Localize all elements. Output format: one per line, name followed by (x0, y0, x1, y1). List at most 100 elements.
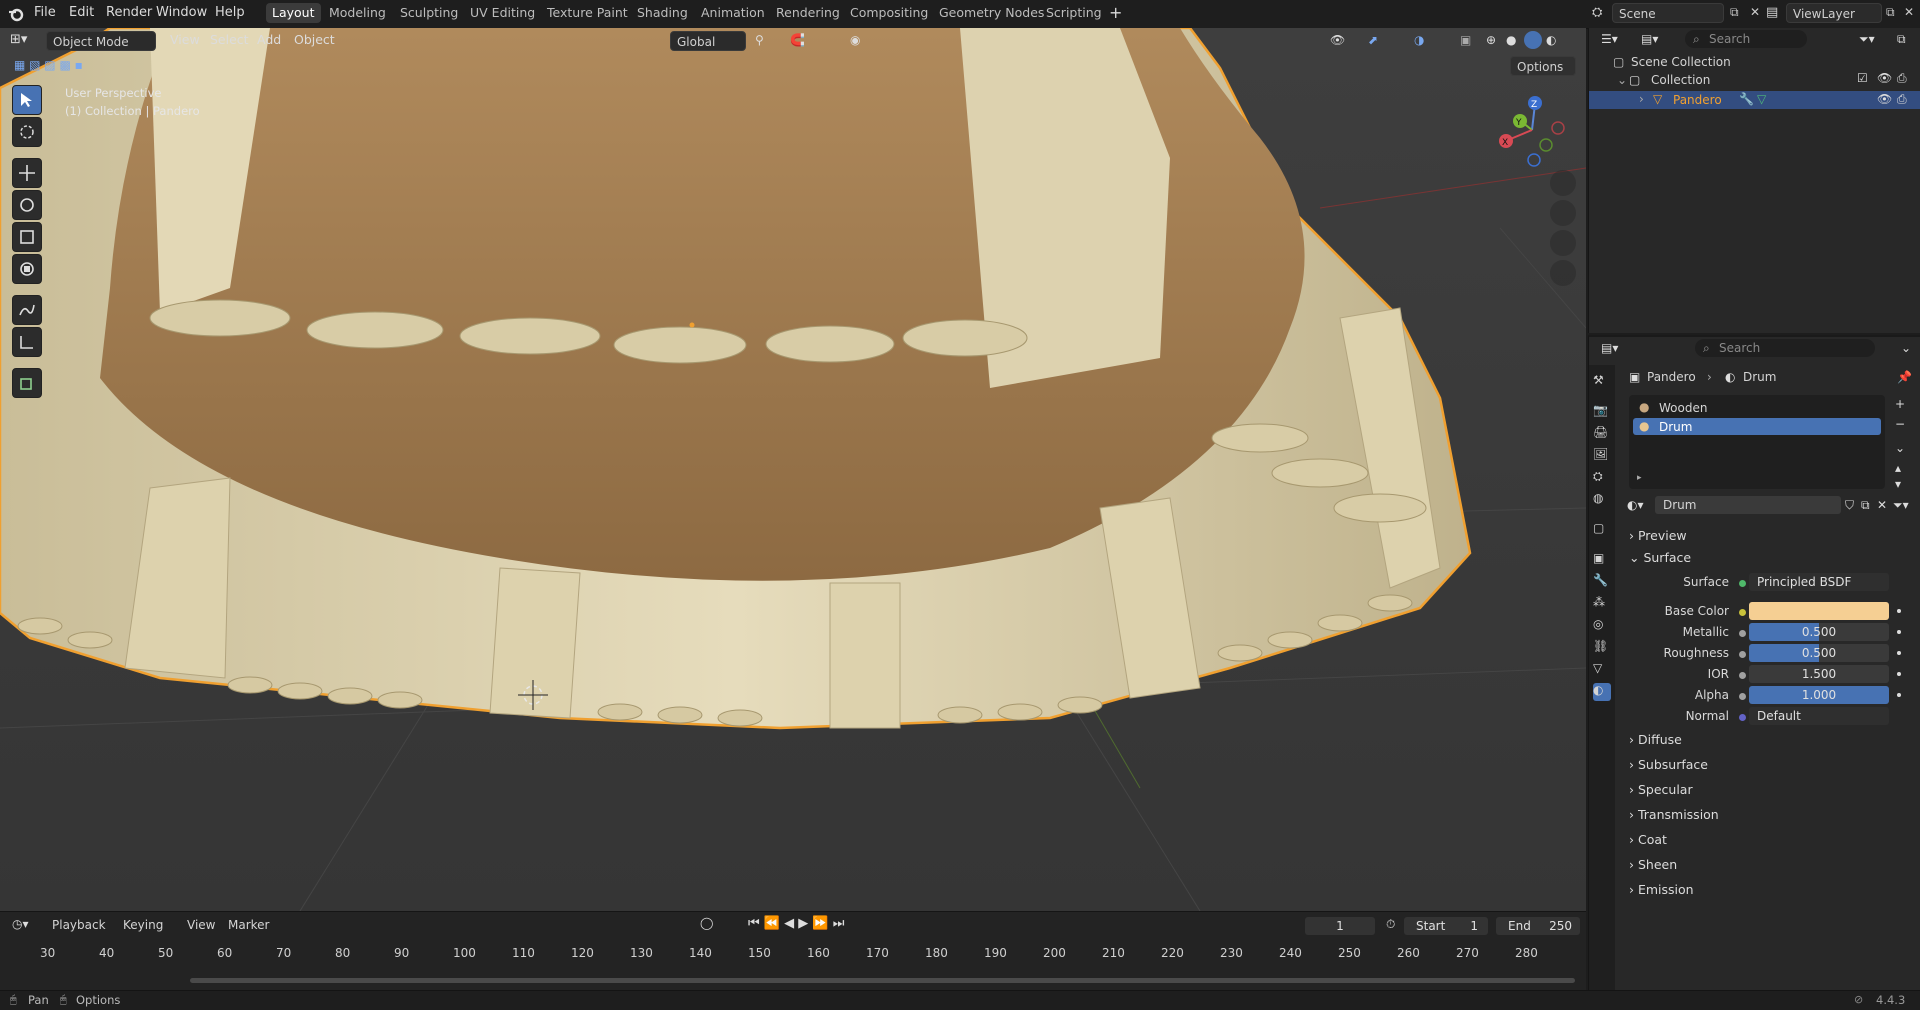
remove-slot-icon[interactable]: − (1895, 417, 1905, 431)
move-slot-up-icon[interactable]: ▴ (1895, 461, 1901, 475)
object-expand-icon[interactable]: › (1639, 92, 1644, 106)
render-tab-icon[interactable]: 📷 (1593, 403, 1611, 421)
annotate-tool[interactable] (12, 295, 42, 325)
collection-exclude-checkbox[interactable]: ☑ (1857, 71, 1868, 85)
menu-window[interactable]: Window (156, 5, 207, 20)
timeline-scrollbar[interactable] (190, 978, 1575, 983)
tab-texture-paint[interactable]: Texture Paint (541, 3, 634, 23)
transform-tool[interactable] (12, 254, 42, 284)
tab-uv-editing[interactable]: UV Editing (464, 3, 541, 23)
panel-preview[interactable]: › Preview (1629, 528, 1687, 543)
duplicate-material-icon[interactable]: ⧉ (1861, 498, 1870, 513)
panel-surface[interactable]: ⌄ Surface (1629, 550, 1691, 565)
panel-emission[interactable]: › Emission (1629, 882, 1694, 897)
move-slot-down-icon[interactable]: ▾ (1895, 477, 1901, 491)
view-layer-icon[interactable]: ▤ (1766, 5, 1778, 20)
material-slot-drum[interactable]: ● Drum (1633, 418, 1881, 435)
zoom-icon[interactable] (1550, 170, 1576, 196)
tab-geometry-nodes[interactable]: Geometry Nodes (933, 3, 1050, 23)
object-render-icon[interactable]: ⎙ (1897, 92, 1907, 107)
timeline-menu-playback[interactable]: Playback (52, 918, 106, 932)
tab-shading[interactable]: Shading (631, 3, 694, 23)
outliner-search-input[interactable]: ⌕ Search (1685, 30, 1807, 48)
xray-icon[interactable]: ▣ (1460, 33, 1471, 47)
new-scene-icon[interactable]: ⧉ (1730, 5, 1739, 20)
cursor-tool[interactable] (12, 117, 42, 147)
fake-user-icon[interactable]: ⛉ (1845, 498, 1854, 513)
timeline-menu-marker[interactable]: Marker (228, 918, 269, 932)
scene-tab-icon[interactable]: ⛭ (1593, 469, 1611, 487)
object-visibility-icon[interactable]: 👁 (1877, 92, 1892, 106)
visibility-icon[interactable]: 👁 (1330, 33, 1345, 47)
panel-subsurface[interactable]: › Subsurface (1629, 757, 1708, 772)
outliner-editor-icon[interactable]: ☰▾ (1601, 32, 1618, 46)
material-slot-wooden[interactable]: ● Wooden (1633, 399, 1881, 416)
viewport-menu-object[interactable]: Object (294, 32, 335, 47)
panel-diffuse[interactable]: › Diffuse (1629, 732, 1682, 747)
ior-field[interactable]: 1.500 (1749, 665, 1889, 683)
collection-label[interactable]: Collection (1651, 73, 1710, 87)
constraints-tab-icon[interactable]: ⛓ (1593, 639, 1611, 657)
world-tab-icon[interactable]: ◍ (1593, 491, 1611, 509)
keyframe-dot-icon[interactable] (1897, 672, 1901, 676)
preview-range-icon[interactable]: ⏱ (1386, 917, 1395, 932)
3d-viewport[interactable]: User Perspective (1) Collection | Pander… (0, 28, 1586, 911)
properties-search-input[interactable]: ⌕ Search (1695, 339, 1875, 357)
unlink-material-icon[interactable]: ✕ (1877, 498, 1887, 512)
filter-icon[interactable]: ⏷▾ (1859, 32, 1875, 47)
options-button[interactable]: Options (1510, 56, 1576, 76)
material-tab-icon[interactable]: ◐ (1593, 683, 1611, 701)
select-box-tool[interactable] (12, 85, 42, 115)
scene-icon[interactable]: ⛭ (1592, 5, 1602, 20)
mode-selector[interactable]: Object Mode (46, 31, 156, 51)
scene-selector[interactable]: Scene (1612, 3, 1724, 23)
add-workspace-icon[interactable]: + (1109, 3, 1122, 22)
pivot-icon[interactable]: ⚲ (755, 33, 764, 47)
outliner[interactable]: ☰▾ ▤▾ ⌕ Search ⏷▾ ⧉ ▢ Scene Collection ⌄… (1588, 28, 1920, 333)
tab-compositing[interactable]: Compositing (844, 3, 934, 23)
perspective-toggle-icon[interactable] (1550, 260, 1576, 286)
scale-tool[interactable] (12, 222, 42, 252)
tab-sculpting[interactable]: Sculpting (394, 3, 464, 23)
output-tab-icon[interactable]: 🖨 (1593, 425, 1611, 443)
collection-render-icon[interactable]: ⎙ (1897, 71, 1907, 86)
particles-tab-icon[interactable]: ⁂ (1593, 595, 1611, 613)
panel-transmission[interactable]: › Transmission (1629, 807, 1719, 822)
roughness-slider[interactable]: 0.500 (1749, 644, 1889, 662)
surface-shader-field[interactable]: Principled BSDF (1749, 573, 1889, 591)
solid-shading-icon[interactable]: ● (1506, 33, 1516, 47)
base-color-swatch[interactable] (1749, 602, 1889, 620)
normal-field[interactable]: Default (1749, 707, 1889, 725)
tab-rendering[interactable]: Rendering (770, 3, 846, 23)
tab-modeling[interactable]: Modeling (323, 3, 392, 23)
wireframe-shading-icon[interactable]: ⊕ (1486, 33, 1496, 47)
scene-collection-label[interactable]: Scene Collection (1631, 55, 1731, 69)
new-view-layer-icon[interactable]: ⧉ (1886, 5, 1895, 20)
menu-edit[interactable]: Edit (69, 5, 94, 20)
metallic-slider[interactable]: 0.500 (1749, 623, 1889, 641)
pin-icon[interactable]: 📌 (1897, 370, 1912, 384)
modifier-tab-icon[interactable]: 🔧 (1593, 573, 1611, 591)
menu-help[interactable]: Help (215, 5, 245, 20)
delete-view-layer-icon[interactable]: ✕ (1904, 5, 1914, 19)
new-collection-icon[interactable]: ⧉ (1897, 32, 1906, 47)
gizmo-toggle-icon[interactable]: ⬈ (1368, 33, 1378, 47)
material-preview-shading-icon[interactable] (1524, 31, 1542, 49)
viewport-menu-select[interactable]: Select (210, 32, 249, 47)
end-frame-field[interactable]: End 250 (1496, 917, 1580, 935)
slot-specials-icon[interactable]: ⌄ (1895, 441, 1905, 455)
material-browse-icon[interactable]: ◐▾ (1627, 498, 1644, 512)
physics-tab-icon[interactable]: ◎ (1593, 617, 1611, 635)
material-slot-list[interactable]: ● Wooden ● Drum ▸ (1629, 395, 1885, 489)
collection-visibility-icon[interactable]: 👁 (1877, 71, 1892, 85)
rotate-tool[interactable] (12, 190, 42, 220)
keyframe-dot-icon[interactable] (1897, 609, 1901, 613)
navigation-gizmo[interactable]: Z Y X (1490, 88, 1570, 168)
material-name-field[interactable]: Drum (1655, 496, 1841, 514)
select-mode-icons[interactable]: ▦ ▧ ▨ ▩ ▪ (14, 58, 83, 72)
move-tool[interactable] (12, 158, 42, 188)
panel-coat[interactable]: › Coat (1629, 832, 1667, 847)
proportional-edit-icon[interactable]: ◉ (850, 33, 860, 47)
display-mode-icon[interactable]: ▤▾ (1641, 32, 1658, 46)
timeline-menu-view[interactable]: View (187, 918, 215, 932)
